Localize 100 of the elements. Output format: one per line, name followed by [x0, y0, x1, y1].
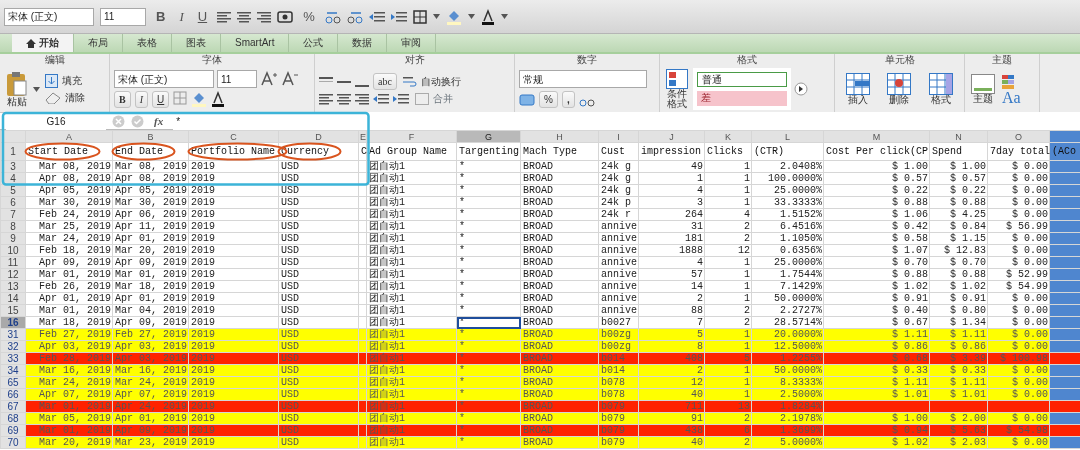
table-cell: USD [278, 184, 359, 197]
column-header[interactable]: D [278, 130, 359, 143]
column-header[interactable]: N [929, 130, 988, 143]
group-title: 单元格 [884, 54, 915, 65]
clear-button[interactable]: 清除 [43, 92, 87, 104]
font-field[interactable]: 宋体 (正文) [4, 7, 94, 26]
table-cell: Start Date [25, 142, 113, 161]
table-cell: $ 0.80 [929, 304, 988, 317]
column-header[interactable]: I [598, 130, 639, 143]
caret-icon[interactable] [467, 14, 475, 19]
paste-button[interactable]: 粘贴 [4, 71, 30, 107]
column-header[interactable]: H [520, 130, 599, 143]
orientation-button[interactable]: abc [373, 73, 397, 90]
indent-decrease-icon[interactable] [368, 10, 385, 23]
table-cell: Apr 01, 2019 [112, 232, 189, 245]
table-cell: Mar 24, 2019 [25, 232, 113, 245]
font-size-field[interactable]: 11 [100, 7, 146, 26]
table-cell: $ 0.22 [823, 184, 930, 197]
table-cell: Mar 08, 2019 [25, 160, 113, 173]
wrap-text-button[interactable]: 自动换行 [400, 75, 463, 88]
table-cell: 团自动1 [366, 196, 457, 209]
underline-button[interactable]: U [193, 7, 212, 26]
more-styles-icon[interactable] [794, 82, 808, 96]
table-cell: BROAD [520, 292, 599, 305]
cell-action-button[interactable]: 格式 [926, 73, 955, 105]
cell-style[interactable]: 差 [697, 91, 787, 106]
bold-button[interactable]: B [152, 7, 170, 26]
number-format-field[interactable]: 常规 [519, 70, 647, 88]
cell-style[interactable]: 普通 [697, 72, 787, 87]
column-header[interactable] [1049, 130, 1080, 143]
table-cell: BROAD [520, 268, 599, 281]
table-cell: BROAD [520, 304, 599, 317]
grow-font-icon[interactable] [260, 71, 278, 87]
borders-icon[interactable] [412, 9, 427, 24]
table-cell: 0.6356% [751, 244, 824, 257]
table-cell: $ 0.84 [929, 220, 988, 233]
formula-field[interactable]: * [173, 112, 1080, 130]
underline-button[interactable]: U [152, 91, 170, 108]
table-cell: USD [278, 304, 359, 317]
column-header[interactable]: B [112, 130, 189, 143]
fill-color-icon[interactable] [191, 91, 208, 107]
font-size-field[interactable]: 11 [217, 70, 257, 88]
caret-icon[interactable] [500, 14, 508, 19]
font-color-icon[interactable] [211, 91, 226, 107]
align-left-icon[interactable] [319, 93, 333, 105]
align-left-icon[interactable] [217, 10, 232, 23]
table-cell: 团自动1 [366, 184, 457, 197]
table-cell: 33.3333% [751, 196, 824, 209]
font-field[interactable]: 宋体 (正文) [114, 70, 214, 88]
fill-color-icon[interactable] [445, 8, 462, 25]
function-button[interactable]: fx [150, 112, 168, 130]
table-grid-icon [928, 73, 953, 95]
shrink-font-icon[interactable] [281, 71, 299, 87]
themes-button[interactable]: 主题 [969, 74, 997, 104]
table-cell: $ 0.57 [929, 172, 988, 185]
table-cell: Mar 01, 2019 [25, 268, 113, 281]
column-header[interactable]: J [638, 130, 705, 143]
column-header[interactable]: L [751, 130, 824, 143]
align-right-icon[interactable] [355, 93, 369, 105]
table-cell: (CTR) [751, 142, 824, 161]
decimal-increase-icon[interactable] [324, 9, 341, 24]
cell-action-button[interactable]: 删除 [885, 73, 914, 105]
caret-icon[interactable] [432, 14, 440, 19]
column-header[interactable]: E [358, 130, 367, 143]
table-cell: annive [598, 292, 639, 305]
table-cell: 1 [704, 268, 752, 281]
column-header[interactable]: A [25, 130, 113, 143]
table-cell: 2019 [188, 220, 279, 233]
align-center-icon[interactable] [337, 93, 351, 105]
table-cell: * [456, 268, 521, 281]
conditional-formatting-button[interactable]: 条件格式 [664, 69, 690, 109]
align-right-icon[interactable] [257, 10, 272, 23]
theme-fonts-button[interactable]: Aa [1000, 93, 1023, 103]
percent-button[interactable]: % [539, 91, 558, 108]
indent-increase-icon[interactable] [393, 93, 409, 105]
decimal-decrease-icon[interactable] [346, 9, 363, 24]
table-cell: Feb 26, 2019 [25, 280, 113, 293]
cell-action-button[interactable]: 插入 [844, 73, 873, 105]
merge-button[interactable]: 合并 [413, 93, 455, 105]
fill-button[interactable]: 填充 [43, 74, 87, 88]
caret-icon[interactable] [33, 86, 40, 92]
italic-button[interactable]: I [134, 91, 148, 108]
column-header[interactable]: G [456, 130, 521, 143]
column-header[interactable]: O [987, 130, 1050, 143]
italic-button[interactable]: I [175, 7, 188, 26]
font-color-icon[interactable] [480, 8, 495, 25]
column-header[interactable]: C [188, 130, 279, 143]
table-cell: annive [598, 268, 639, 281]
indent-decrease-icon[interactable] [373, 93, 389, 105]
column-header[interactable]: K [704, 130, 752, 143]
table-cell: 团自动1 [366, 268, 457, 281]
align-center-icon[interactable] [237, 10, 252, 23]
column-header[interactable]: M [823, 130, 930, 143]
percent-button[interactable]: % [299, 7, 319, 26]
table-cell: $ 0.70 [929, 256, 988, 269]
bold-button[interactable]: B [114, 91, 131, 108]
table-cell: * [456, 208, 521, 221]
ribbon-tab[interactable]: 开始 [12, 34, 74, 52]
comma-button[interactable]: , [561, 91, 575, 108]
indent-increase-icon[interactable] [390, 10, 407, 23]
